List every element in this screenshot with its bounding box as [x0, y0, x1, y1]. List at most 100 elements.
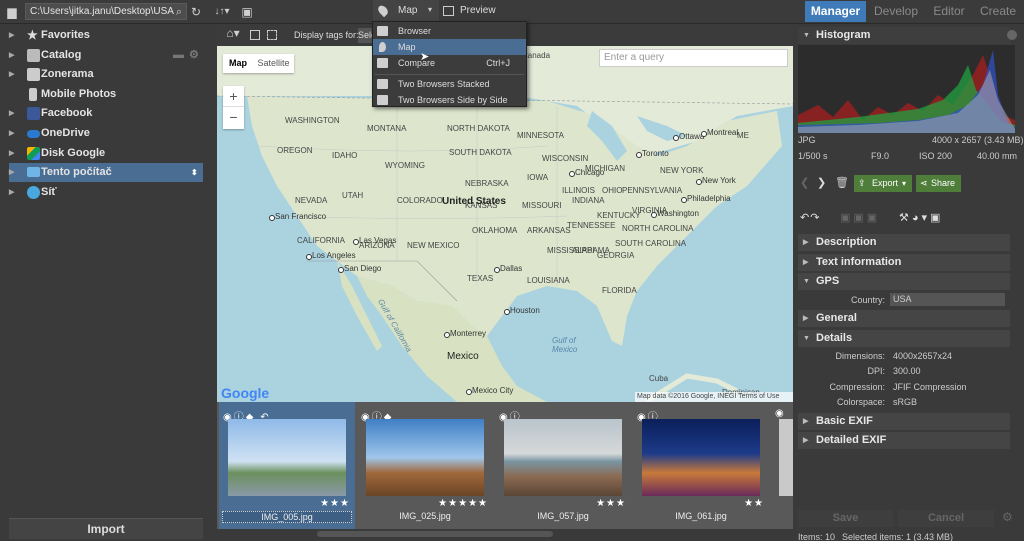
filmstrip-scrollbar[interactable]: [217, 529, 793, 541]
section-detailed-exif[interactable]: ▶ Detailed EXIF: [798, 432, 1010, 449]
expand-arrow-icon[interactable]: ▶: [9, 46, 14, 65]
collapse-arrow-icon: ▼: [803, 335, 810, 342]
chevron-down-icon[interactable]: ▾: [902, 175, 906, 192]
expand-arrow-icon[interactable]: ▶: [9, 144, 14, 163]
map-search-input[interactable]: Enter a query: [599, 49, 788, 67]
map-type-map-button[interactable]: Map: [223, 54, 253, 73]
thumbnail-partial[interactable]: ◉: [771, 402, 793, 529]
cancel-button[interactable]: Cancel: [898, 510, 994, 527]
mode-editor-tab[interactable]: Editor: [928, 1, 970, 22]
sidebar-item-favorites[interactable]: ▶ ★ Favorites: [9, 26, 203, 45]
fit-icon[interactable]: [250, 30, 260, 40]
expand-arrow-icon[interactable]: ▶: [9, 104, 14, 123]
collapse-arrow-icon: ▼: [803, 278, 810, 285]
sidebar-item-catalog[interactable]: ▶ Catalog ▬ ⚙: [9, 46, 203, 65]
thumbnail-img-025[interactable]: ◉ⓘ◆ ★★★★★ IMG_025.jpg: [357, 402, 493, 529]
folder-add-icon[interactable]: ▬: [173, 46, 184, 65]
section-general[interactable]: ▶ General: [798, 310, 1010, 327]
mode-develop-tab[interactable]: Develop: [870, 1, 922, 22]
map-label-gulf-of-mexico: Gulf of Mexico: [552, 336, 578, 354]
arrow-left-icon[interactable]: ❮: [800, 176, 809, 189]
section-gps[interactable]: ▼ GPS: [798, 273, 1010, 290]
view-selector[interactable]: Map ▾: [373, 0, 439, 23]
section-title: Basic EXIF: [816, 415, 873, 427]
thumbnail-img-005[interactable]: ◉ⓘ◆ ↶ ★★★ IMG_005.jpg: [219, 402, 355, 529]
map-label-nebraska: NEBRASKA: [465, 179, 509, 188]
expand-arrow-icon[interactable]: ▶: [9, 26, 14, 45]
scrollbar-thumb[interactable]: [317, 531, 553, 537]
map-pin-icon: [376, 3, 390, 18]
expand-arrow-icon[interactable]: ▶: [9, 65, 14, 84]
histogram-header[interactable]: ▼ Histogram: [798, 27, 1017, 44]
gear-icon[interactable]: ⚙: [1002, 510, 1013, 524]
sidebar-item-facebook[interactable]: ▶ Facebook: [9, 104, 203, 123]
folder-up-icon[interactable]: ▆: [4, 0, 20, 24]
import-button[interactable]: Import: [9, 518, 203, 539]
map-label-utah: UTAH: [342, 191, 364, 200]
expand-arrow-icon: ▶: [803, 239, 809, 246]
sidebar-item-tento-pocitac[interactable]: ▶ Tento počítač ⬍: [9, 163, 203, 182]
folder-add-icon[interactable]: ▣: [240, 0, 254, 24]
mode-manager-tab[interactable]: Manager: [805, 1, 866, 22]
sidebar-item-sit[interactable]: ▶ Síť: [9, 183, 203, 202]
mode-create-tab[interactable]: Create: [976, 1, 1020, 22]
tools-icons[interactable]: ⚒◕▾▣: [899, 211, 943, 224]
menu-item-browser[interactable]: Browser: [373, 23, 526, 39]
map-type-satellite-button[interactable]: Satellite: [253, 54, 294, 73]
save-button[interactable]: Save: [798, 510, 893, 527]
gear-icon[interactable]: ⚙: [189, 46, 199, 65]
map-label-united-states: United States: [442, 196, 506, 207]
home-icon[interactable]: ⌂▾: [221, 23, 245, 44]
menu-item-map[interactable]: Map: [373, 39, 526, 55]
rating-stars[interactable]: ★★: [744, 498, 764, 509]
rating-stars[interactable]: ★★★: [596, 498, 626, 509]
refresh-icon[interactable]: ↻: [189, 0, 203, 24]
map-label-cuba: Cuba: [649, 374, 669, 383]
export-button[interactable]: ⇪ Export ▾: [854, 175, 912, 192]
menu-item-two-browsers-stacked[interactable]: Two Browsers Stacked: [373, 76, 526, 92]
thumbnail-img-061[interactable]: ◉ⓘ ★★ IMG_061.jpg: [633, 402, 769, 529]
sidebar-item-disk-google[interactable]: ▶ Disk Google: [9, 144, 203, 163]
expand-arrow-icon[interactable]: ▶: [9, 124, 14, 143]
photo-pier: [504, 419, 622, 496]
path-input[interactable]: C:\Users\jitka.janu\Desktop\USA: [25, 3, 187, 20]
preview-button[interactable]: Preview: [460, 5, 496, 16]
section-text-information[interactable]: ▶ Text information: [798, 254, 1010, 271]
rotate-icons[interactable]: ↶↷: [800, 211, 820, 224]
sidebar-item-zonerama[interactable]: ▶ Zonerama: [9, 65, 203, 84]
rating-stars[interactable]: ★★★: [320, 498, 350, 509]
info-panel: ▼ Histogram JPG 4000 x 2657 (3.43 MB) 1/…: [795, 25, 1024, 541]
section-details[interactable]: ▼ Details: [798, 330, 1010, 347]
menu-item-two-browsers-side-by-side[interactable]: Two Browsers Side by Side: [373, 92, 526, 108]
zoom-in-button[interactable]: +: [223, 86, 244, 107]
close-icon[interactable]: [1007, 30, 1017, 40]
map-attribution[interactable]: Map data ©2016 Google, INEGI Terms of Us…: [635, 392, 793, 402]
trash-icon[interactable]: 🗑: [835, 176, 849, 189]
shutter-speed: 1/500 s: [798, 151, 828, 161]
share-button[interactable]: ⋖ Share: [916, 175, 961, 192]
section-description[interactable]: ▶ Description: [798, 234, 1010, 251]
arrow-right-icon[interactable]: ❯: [817, 176, 826, 189]
thumbnail-img-057[interactable]: ◉ⓘ ★★★ IMG_057.jpg: [495, 402, 631, 529]
display-tags-select[interactable]: Sele: [358, 28, 372, 43]
city-monterrey: Monterrey: [443, 329, 487, 338]
thumbnail-filename: IMG_061.jpg: [675, 511, 727, 521]
sidebar-item-onedrive[interactable]: ▶ OneDrive: [9, 124, 203, 143]
section-basic-exif[interactable]: ▶ Basic EXIF: [798, 413, 1010, 430]
zoom-out-button[interactable]: −: [223, 107, 244, 128]
detail-value: 300.00: [893, 366, 921, 376]
locate-icon[interactable]: [267, 30, 277, 40]
compare-icon: [377, 58, 388, 68]
city-san-francisco: San Francisco: [268, 212, 327, 221]
gps-country-field[interactable]: USA: [890, 293, 1005, 306]
city-philadelphia: Philadelphia: [681, 194, 731, 203]
expand-arrow-icon[interactable]: ▶: [9, 163, 14, 182]
reorder-icon[interactable]: ⬍: [191, 163, 198, 182]
sort-icon[interactable]: ↓↑▾: [210, 0, 234, 24]
detail-key: Dimensions:: [835, 351, 885, 361]
expand-arrow-icon[interactable]: ▶: [9, 183, 14, 202]
search-icon[interactable]: ⌕: [172, 0, 186, 24]
sidebar-item-mobile-photos[interactable]: Mobile Photos: [9, 85, 203, 104]
rating-stars[interactable]: ★★★★★: [438, 498, 488, 509]
menu-item-compare[interactable]: Compare Ctrl+J: [373, 55, 526, 71]
